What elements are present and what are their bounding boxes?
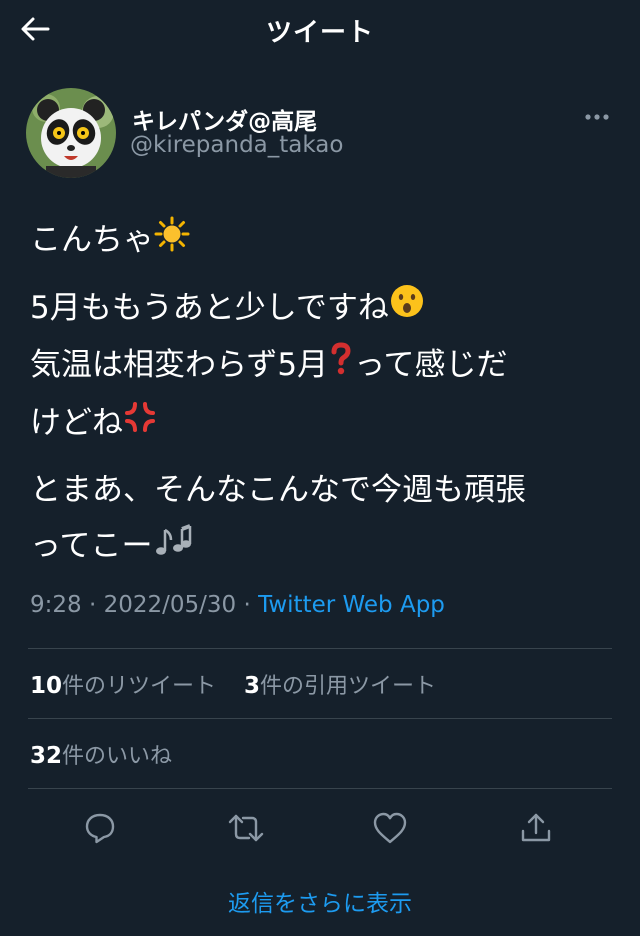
red-question-emoji [328,339,354,395]
retweets-count: 10 [30,673,63,699]
show-more-replies-link[interactable]: 返信をさらに表示 [0,884,640,918]
tweet-line: とまあ、そんなこんなで今週も頑張 [30,472,526,508]
retweets-label: 件のリツイート [62,674,217,699]
divider [28,718,612,719]
retweets-link[interactable]: 10件のリツイート [30,673,217,699]
tweet-line: 気温は相変わらず5月 [30,347,329,383]
tweet-line: ってこー [30,528,153,564]
quotes-label: 件の引用ツイート [260,674,437,699]
likes-count: 32 [30,743,63,769]
more-dots-icon[interactable] [582,102,612,132]
retweet-icon[interactable] [226,808,266,848]
tweet-line: って感じだ [354,347,508,383]
tweet-timestamp: 9:28 · 2022/05/30 · Twitter Web App [30,592,445,618]
tweet-text: こんちゃ 5月ももうあと少しですね 気温は相変わらず5月 って感じだ けどね と… [30,212,620,586]
tweet-line: けどね [30,404,123,441]
source-app-link[interactable]: Twitter Web App [258,592,445,618]
hushed-face-emoji [389,281,425,337]
musical-notes-emoji [152,520,192,576]
like-icon[interactable] [370,808,410,848]
reply-icon[interactable] [80,808,120,848]
sun-emoji [154,214,190,270]
divider [28,648,612,649]
tweet-paragraph: 5月ももうあと少しですね 気温は相変わらず5月 って感じだ けどね [30,280,620,453]
page-title: ツイート [265,18,374,48]
divider [28,788,612,789]
quotes-link[interactable]: 3件の引用ツイート [244,673,437,699]
likes-label: 件のいいね [62,744,173,769]
likes-link[interactable]: 32件のいいね [30,738,172,770]
share-icon[interactable] [516,808,556,848]
meta-separator: · [81,592,104,618]
tweet-line: 5月ももうあと少しですね [30,289,389,326]
tweet-paragraph: こんちゃ [30,212,620,270]
author-name[interactable]: キレパンダ@高尾 [132,102,317,136]
action-bar [0,800,640,852]
meta-separator: · [236,592,259,618]
top-bar: ツイート [0,0,640,56]
greeting-text: こんちゃ [30,222,154,258]
avatar[interactable] [26,88,116,178]
quotes-count: 3 [244,673,261,699]
anger-emoji [123,396,157,452]
tweet-date: 2022/05/30 [103,592,237,618]
tweet-time: 9:28 [30,592,82,618]
tweet-paragraph: とまあ、そんなこんなで今週も頑張 ってこー [30,462,620,576]
retweet-stats: 10件のリツイート 3件の引用ツイート [30,668,436,700]
author-handle[interactable]: @kirepanda_takao [130,132,343,158]
